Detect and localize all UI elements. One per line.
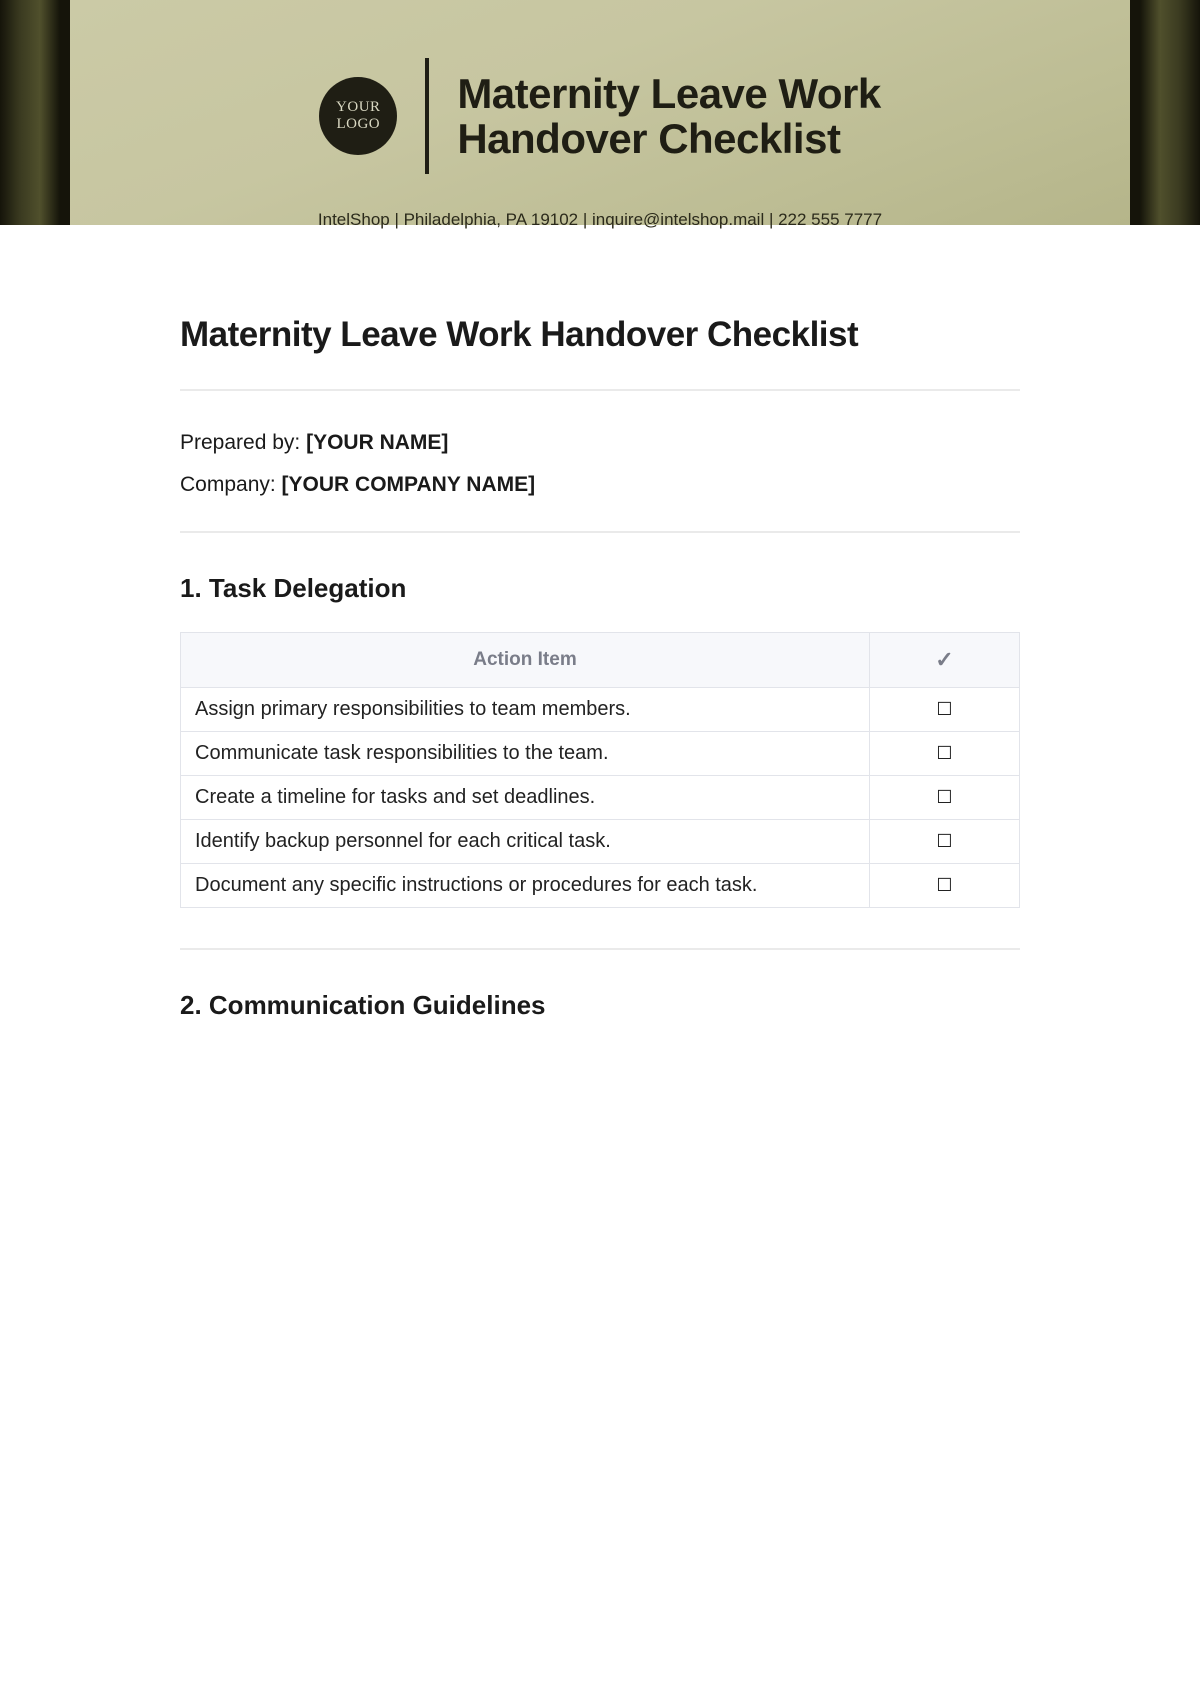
- checkbox-icon: ☐: [936, 876, 952, 894]
- table-row: Communicate task responsibilities to the…: [181, 732, 1020, 776]
- header-title: Maternity Leave Work Handover Checklist: [457, 71, 880, 162]
- header-title-line2: Handover Checklist: [457, 116, 880, 161]
- contact-line: IntelShop | Philadelphia, PA 19102 | inq…: [70, 210, 1130, 230]
- checkbox-cell[interactable]: ☐: [870, 688, 1020, 732]
- page: YOUR LOGO Maternity Leave Work Handover …: [70, 0, 1130, 1021]
- divider: [180, 948, 1020, 950]
- action-item-text: Identify backup personnel for each criti…: [181, 820, 870, 864]
- section-1-title: 1. Task Delegation: [180, 573, 1020, 604]
- action-item-text: Create a timeline for tasks and set dead…: [181, 776, 870, 820]
- company-value: [YOUR COMPANY NAME]: [282, 473, 536, 496]
- table-row: Assign primary responsibilities to team …: [181, 688, 1020, 732]
- checkbox-cell[interactable]: ☐: [870, 864, 1020, 908]
- checkbox-icon: ☐: [936, 788, 952, 806]
- divider: [180, 531, 1020, 533]
- section-2-title: 2. Communication Guidelines: [180, 990, 1020, 1021]
- table-row: Create a timeline for tasks and set dead…: [181, 776, 1020, 820]
- table-row: Identify backup personnel for each criti…: [181, 820, 1020, 864]
- checkbox-icon: ☐: [936, 700, 952, 718]
- checkbox-cell[interactable]: ☐: [870, 732, 1020, 776]
- company-label: Company:: [180, 473, 282, 496]
- divider: [180, 389, 1020, 391]
- header-top: YOUR LOGO Maternity Leave Work Handover …: [70, 58, 1130, 174]
- col-checkmark: ✓: [870, 633, 1020, 688]
- checkbox-icon: ☐: [936, 744, 952, 762]
- checkbox-cell[interactable]: ☐: [870, 820, 1020, 864]
- logo-text-line2: LOGO: [336, 116, 380, 133]
- checkbox-icon: ☐: [936, 832, 952, 850]
- logo-placeholder: YOUR LOGO: [319, 77, 397, 155]
- prepared-by-value: [YOUR NAME]: [306, 431, 448, 454]
- action-item-text: Communicate task responsibilities to the…: [181, 732, 870, 776]
- header-band: YOUR LOGO Maternity Leave Work Handover …: [70, 0, 1130, 225]
- checkbox-cell[interactable]: ☐: [870, 776, 1020, 820]
- task-delegation-table: Action Item ✓ Assign primary responsibil…: [180, 632, 1020, 908]
- page-title: Maternity Leave Work Handover Checklist: [180, 315, 1020, 355]
- table-header-row: Action Item ✓: [181, 633, 1020, 688]
- prepared-by-label: Prepared by:: [180, 431, 306, 454]
- vertical-divider: [425, 58, 429, 174]
- prepared-by-line: Prepared by: [YOUR NAME]: [180, 431, 1020, 455]
- content: Maternity Leave Work Handover Checklist …: [70, 225, 1130, 1021]
- action-item-text: Assign primary responsibilities to team …: [181, 688, 870, 732]
- action-item-text: Document any specific instructions or pr…: [181, 864, 870, 908]
- logo-text-line1: YOUR: [336, 99, 381, 116]
- table-row: Document any specific instructions or pr…: [181, 864, 1020, 908]
- company-line: Company: [YOUR COMPANY NAME]: [180, 473, 1020, 497]
- col-action-item: Action Item: [181, 633, 870, 688]
- header-title-line1: Maternity Leave Work: [457, 71, 880, 116]
